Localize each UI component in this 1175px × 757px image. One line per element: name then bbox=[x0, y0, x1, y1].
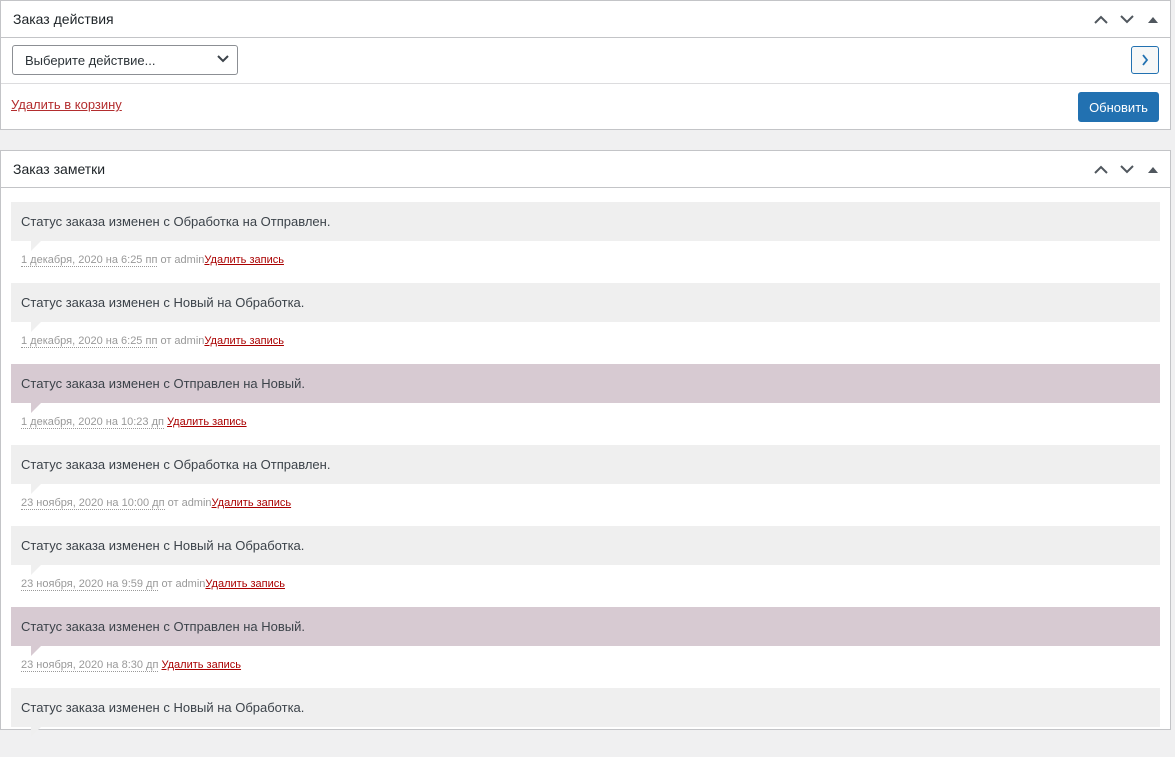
note-meta bbox=[11, 727, 1160, 757]
move-up-icon[interactable] bbox=[1088, 152, 1114, 188]
move-to-trash-link[interactable]: Удалить в корзину bbox=[11, 97, 122, 112]
delete-note-link[interactable]: Удалить запись bbox=[205, 578, 285, 590]
note-author: от admin bbox=[157, 254, 205, 266]
note-meta: 23 ноября, 2020 на 8:30 дп Удалить запис… bbox=[11, 646, 1160, 676]
note-author: от admin bbox=[158, 578, 206, 590]
note-item: Статус заказа изменен с Отправлен на Нов… bbox=[11, 607, 1160, 676]
order-notes-title: Заказ заметки bbox=[13, 161, 106, 177]
collapse-toggle-icon[interactable] bbox=[1140, 152, 1166, 188]
note-content: Статус заказа изменен с Обработка на Отп… bbox=[11, 202, 1160, 251]
order-actions-footer: Удалить в корзину Обновить bbox=[1, 84, 1170, 129]
chevron-down-icon bbox=[217, 55, 229, 63]
note-date: 23 ноября, 2020 на 10:00 дп bbox=[21, 497, 165, 510]
order-action-select[interactable]: Выберите действие... bbox=[12, 45, 238, 75]
note-date: 23 ноября, 2020 на 9:59 дп bbox=[21, 578, 159, 591]
order-actions-row: Выберите действие... bbox=[1, 38, 1170, 84]
order-action-select-value: Выберите действие... bbox=[25, 52, 156, 68]
note-content: Статус заказа изменен с Новый на Обработ… bbox=[11, 283, 1160, 332]
order-actions-title: Заказ действия bbox=[13, 11, 114, 27]
note-date: 1 декабря, 2020 на 6:25 пп bbox=[21, 254, 158, 267]
order-actions-header: Заказ действия bbox=[1, 1, 1170, 38]
note-item: Статус заказа изменен с Обработка на Отп… bbox=[11, 202, 1160, 271]
apply-action-button[interactable] bbox=[1131, 46, 1159, 74]
update-button[interactable]: Обновить bbox=[1078, 92, 1159, 122]
order-notes-handle-actions bbox=[1088, 151, 1166, 188]
note-meta: 23 ноября, 2020 на 9:59 дп от adminУдали… bbox=[11, 565, 1160, 595]
note-text: Статус заказа изменен с Новый на Обработ… bbox=[21, 538, 305, 553]
note-meta: 1 декабря, 2020 на 10:23 дп Удалить запи… bbox=[11, 403, 1160, 433]
delete-note-link[interactable]: Удалить запись bbox=[161, 659, 241, 671]
note-date: 1 декабря, 2020 на 10:23 дп bbox=[21, 416, 164, 429]
note-content: Статус заказа изменен с Обработка на Отп… bbox=[11, 445, 1160, 494]
note-text: Статус заказа изменен с Обработка на Отп… bbox=[21, 214, 331, 229]
note-meta: 1 декабря, 2020 на 6:25 пп от adminУдали… bbox=[11, 241, 1160, 271]
order-actions-handle-actions bbox=[1088, 1, 1166, 38]
note-item: Статус заказа изменен с Новый на Обработ… bbox=[11, 283, 1160, 352]
delete-note-link[interactable]: Удалить запись bbox=[204, 254, 284, 266]
note-author: от admin bbox=[157, 335, 205, 347]
move-down-icon[interactable] bbox=[1114, 2, 1140, 38]
note-content: Статус заказа изменен с Отправлен на Нов… bbox=[11, 364, 1160, 413]
chevron-right-icon bbox=[1142, 54, 1149, 66]
note-text: Статус заказа изменен с Отправлен на Нов… bbox=[21, 619, 306, 634]
collapse-toggle-icon[interactable] bbox=[1140, 2, 1166, 38]
note-text: Статус заказа изменен с Новый на Обработ… bbox=[21, 700, 305, 715]
note-date: 23 ноября, 2020 на 8:30 дп bbox=[21, 659, 159, 672]
note-content: Статус заказа изменен с Новый на Обработ… bbox=[11, 526, 1160, 575]
move-up-icon[interactable] bbox=[1088, 2, 1114, 38]
note-item: Статус заказа изменен с Отправлен на Нов… bbox=[11, 364, 1160, 433]
note-date: 1 декабря, 2020 на 6:25 пп bbox=[21, 335, 158, 348]
note-meta: 23 ноября, 2020 на 10:00 дп от adminУдал… bbox=[11, 484, 1160, 514]
note-meta: 1 декабря, 2020 на 6:25 пп от adminУдали… bbox=[11, 322, 1160, 352]
note-item: Статус заказа изменен с Новый на Обработ… bbox=[11, 526, 1160, 595]
order-actions-box: Заказ действия Выберите действие... Удал… bbox=[0, 0, 1171, 130]
note-content: Статус заказа изменен с Новый на Обработ… bbox=[11, 688, 1160, 737]
notes-list: Статус заказа изменен с Обработка на Отп… bbox=[1, 188, 1170, 757]
delete-note-link[interactable]: Удалить запись bbox=[167, 416, 247, 428]
note-content: Статус заказа изменен с Отправлен на Нов… bbox=[11, 607, 1160, 656]
note-text: Статус заказа изменен с Обработка на Отп… bbox=[21, 457, 331, 472]
note-text: Статус заказа изменен с Отправлен на Нов… bbox=[21, 376, 306, 391]
order-notes-header: Заказ заметки bbox=[1, 151, 1170, 188]
move-down-icon[interactable] bbox=[1114, 152, 1140, 188]
note-text: Статус заказа изменен с Новый на Обработ… bbox=[21, 295, 305, 310]
note-author: от admin bbox=[164, 497, 212, 509]
note-item: Статус заказа изменен с Новый на Обработ… bbox=[11, 688, 1160, 757]
delete-note-link[interactable]: Удалить запись bbox=[204, 335, 284, 347]
note-item: Статус заказа изменен с Обработка на Отп… bbox=[11, 445, 1160, 514]
order-notes-box: Заказ заметки Статус заказа изменен с Об… bbox=[0, 150, 1171, 737]
delete-note-link[interactable]: Удалить запись bbox=[212, 497, 292, 509]
